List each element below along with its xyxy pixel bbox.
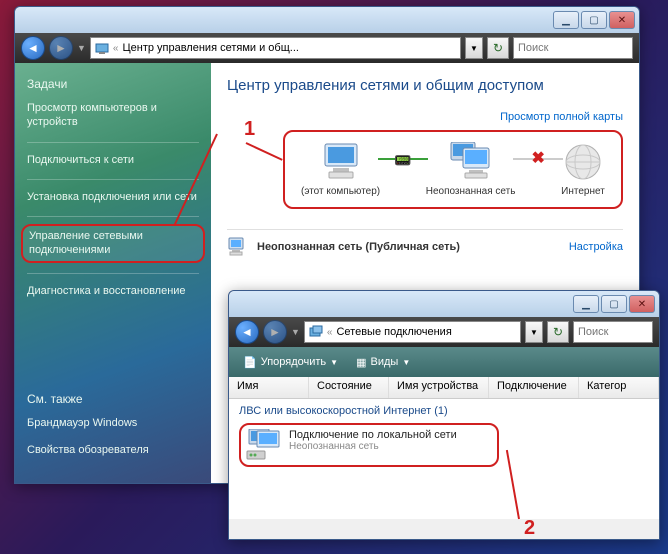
address-bar[interactable]: « Сетевые подключения (304, 321, 521, 343)
annotation-2: 2 (524, 517, 535, 540)
configure-link[interactable]: Настройка (569, 241, 623, 253)
toolbar: 📄 Упорядочить ▼ ▦ Виды ▼ (229, 347, 659, 377)
sidebar-item-diagnose[interactable]: Диагностика и восстановление (27, 284, 199, 298)
refresh-button[interactable]: ↻ (487, 37, 509, 59)
computer-icon (319, 142, 363, 182)
page-title: Центр управления сетями и общим доступом (227, 77, 623, 94)
group-header[interactable]: ЛВС или высокоскоростной Интернет (1) (239, 405, 649, 417)
nav-back-button[interactable]: ◄ (21, 36, 45, 60)
sidebar-item-connect[interactable]: Подключиться к сети (27, 153, 199, 167)
tasks-header: Задачи (27, 77, 199, 91)
minimize-button[interactable]: ▁ (553, 11, 579, 29)
network-device-icon: 📟 (394, 152, 411, 169)
views-icon: ▦ (356, 356, 366, 369)
connection-item[interactable]: Подключение по локальной сети Неопознанн… (239, 423, 499, 467)
search-input[interactable] (513, 37, 633, 59)
node-unknown-network: Неопознанная сеть (426, 142, 516, 197)
col-name[interactable]: Имя (229, 377, 309, 398)
breadcrumb: Сетевые подключения (336, 326, 451, 338)
sidebar-item-view-computers[interactable]: Просмотр компьютеров и устройств (27, 101, 199, 130)
nav-forward-button[interactable]: ► (263, 320, 287, 344)
col-connection[interactable]: Подключение (489, 377, 579, 398)
column-headers: Имя Состояние Имя устройства Подключение… (229, 377, 659, 399)
breadcrumb: Центр управления сетями и общ... (122, 42, 298, 54)
titlebar: ▁ ▢ ✕ (15, 7, 639, 33)
col-category[interactable]: Категор (579, 377, 659, 398)
node-this-computer: (этот компьютер) (301, 142, 380, 197)
annotation-1: 1 (244, 118, 255, 141)
views-button[interactable]: ▦ Виды ▼ (350, 353, 416, 372)
network-diagram: (этот компьютер) 📟 Неопознанная сеть Инт… (283, 130, 623, 209)
maximize-button[interactable]: ▢ (601, 295, 627, 313)
titlebar: ▁ ▢ ✕ (229, 291, 659, 317)
see-also-header: См. также (27, 392, 199, 406)
maximize-button[interactable]: ▢ (581, 11, 607, 29)
network-status-row: Неопознанная сеть (Публичная сеть) Настр… (227, 229, 623, 264)
computers-icon (449, 142, 493, 182)
network-icon (227, 236, 249, 258)
minimize-button[interactable]: ▁ (573, 295, 599, 313)
search-input[interactable] (573, 321, 653, 343)
sidebar-footer-internet-options[interactable]: Свойства обозревателя (27, 443, 199, 457)
close-button[interactable]: ✕ (609, 11, 635, 29)
col-status[interactable]: Состояние (309, 377, 389, 398)
refresh-button[interactable]: ↻ (547, 321, 569, 343)
sidebar: Задачи Просмотр компьютеров и устройств … (15, 63, 211, 483)
sidebar-footer-firewall[interactable]: Брандмауэр Windows (27, 416, 199, 430)
organize-button[interactable]: 📄 Упорядочить ▼ (237, 353, 344, 372)
node-internet: Интернет (561, 142, 605, 197)
connection-name: Подключение по локальной сети (289, 429, 457, 441)
address-dropdown[interactable]: ▼ (525, 321, 543, 343)
view-full-map-link[interactable]: Просмотр полной карты (500, 111, 623, 123)
nav-back-button[interactable]: ◄ (235, 320, 259, 344)
sidebar-item-setup-connection[interactable]: Установка подключения или сети (27, 190, 199, 204)
nav-forward-button[interactable]: ► (49, 36, 73, 60)
col-device[interactable]: Имя устройства (389, 377, 489, 398)
file-list: ЛВС или высокоскоростной Интернет (1) По… (229, 399, 659, 519)
network-name: Неопознанная сеть (Публичная сеть) (257, 241, 561, 253)
sidebar-item-manage-connections[interactable]: Управление сетевыми подключениями (21, 224, 205, 263)
address-bar[interactable]: « Центр управления сетями и общ... (90, 37, 461, 59)
connection-status: Неопознанная сеть (289, 441, 457, 452)
globe-icon (561, 142, 605, 182)
lan-connection-icon (245, 429, 281, 461)
close-button[interactable]: ✕ (629, 295, 655, 313)
address-dropdown[interactable]: ▼ (465, 37, 483, 59)
organize-icon: 📄 (243, 356, 257, 369)
